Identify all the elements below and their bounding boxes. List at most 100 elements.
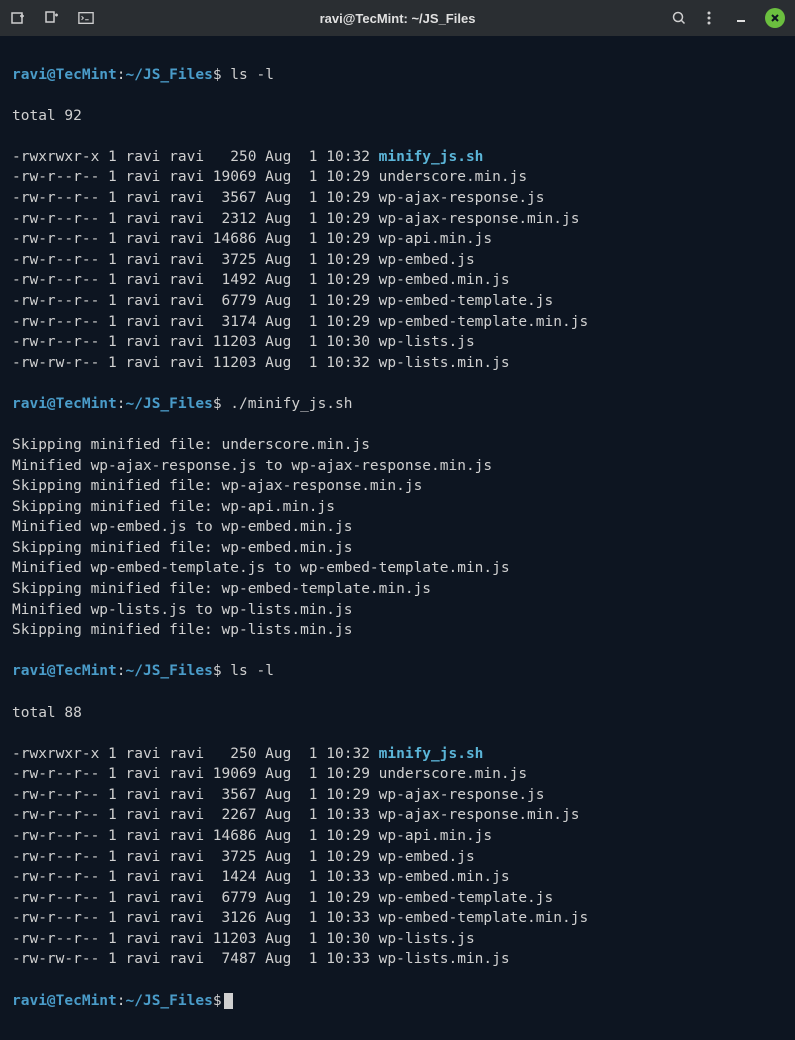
script-output-line: Minified wp-embed.js to wp-embed.min.js bbox=[12, 517, 783, 538]
file-perms: -rw-rw-r-- 1 ravi ravi 7487 Aug 1 10:33 bbox=[12, 951, 379, 967]
prompt-user: ravi@TecMint bbox=[12, 67, 117, 83]
titlebar-right bbox=[671, 8, 785, 28]
script-output-line: Skipping minified file: wp-lists.min.js bbox=[12, 620, 783, 641]
command-2: ./minify_js.sh bbox=[230, 396, 352, 412]
file-perms: -rw-r--r-- 1 ravi ravi 19069 Aug 1 10:29 bbox=[12, 766, 379, 782]
file-perms: -rw-r--r-- 1 ravi ravi 14686 Aug 1 10:29 bbox=[12, 828, 379, 844]
window-title: ravi@TecMint: ~/JS_Files bbox=[320, 11, 476, 26]
file-row: -rw-rw-r-- 1 ravi ravi 11203 Aug 1 10:32… bbox=[12, 353, 783, 374]
command-3: ls -l bbox=[230, 663, 274, 679]
file-name: wp-embed.min.js bbox=[379, 272, 510, 288]
file-name: wp-lists.js bbox=[379, 334, 475, 350]
file-row: -rw-r--r-- 1 ravi ravi 3725 Aug 1 10:29 … bbox=[12, 250, 783, 271]
file-name: wp-ajax-response.min.js bbox=[379, 211, 580, 227]
ls2-total: total 88 bbox=[12, 703, 783, 724]
file-row: -rw-r--r-- 1 ravi ravi 2267 Aug 1 10:33 … bbox=[12, 805, 783, 826]
script-output-line: Skipping minified file: wp-embed.min.js bbox=[12, 538, 783, 559]
file-perms: -rw-r--r-- 1 ravi ravi 3725 Aug 1 10:29 bbox=[12, 849, 379, 865]
file-name: wp-ajax-response.js bbox=[379, 787, 545, 803]
file-row: -rw-r--r-- 1 ravi ravi 19069 Aug 1 10:29… bbox=[12, 764, 783, 785]
search-icon[interactable] bbox=[671, 10, 687, 26]
file-perms: -rw-r--r-- 1 ravi ravi 19069 Aug 1 10:29 bbox=[12, 169, 379, 185]
file-perms: -rw-r--r-- 1 ravi ravi 6779 Aug 1 10:29 bbox=[12, 293, 379, 309]
file-name: wp-embed.js bbox=[379, 849, 475, 865]
file-perms: -rw-r--r-- 1 ravi ravi 1424 Aug 1 10:33 bbox=[12, 869, 379, 885]
script-output-line: Minified wp-ajax-response.js to wp-ajax-… bbox=[12, 456, 783, 477]
script-output-line: Minified wp-lists.js to wp-lists.min.js bbox=[12, 600, 783, 621]
file-name: underscore.min.js bbox=[379, 766, 527, 782]
file-row: -rw-r--r-- 1 ravi ravi 14686 Aug 1 10:29… bbox=[12, 826, 783, 847]
file-name: wp-embed-template.min.js bbox=[379, 910, 589, 926]
script-output-line: Skipping minified file: underscore.min.j… bbox=[12, 435, 783, 456]
script-output-line: Minified wp-embed-template.js to wp-embe… bbox=[12, 558, 783, 579]
ls1-total: total 92 bbox=[12, 106, 783, 127]
file-name: wp-lists.min.js bbox=[379, 355, 510, 371]
file-row: -rw-r--r-- 1 ravi ravi 3126 Aug 1 10:33 … bbox=[12, 908, 783, 929]
file-name: wp-ajax-response.js bbox=[379, 190, 545, 206]
new-tab-icon[interactable] bbox=[10, 10, 26, 26]
file-perms: -rw-r--r-- 1 ravi ravi 2312 Aug 1 10:29 bbox=[12, 211, 379, 227]
file-row: -rw-r--r-- 1 ravi ravi 1492 Aug 1 10:29 … bbox=[12, 270, 783, 291]
file-row: -rw-r--r-- 1 ravi ravi 14686 Aug 1 10:29… bbox=[12, 229, 783, 250]
file-perms: -rw-rw-r-- 1 ravi ravi 11203 Aug 1 10:32 bbox=[12, 355, 379, 371]
file-row: -rw-r--r-- 1 ravi ravi 3567 Aug 1 10:29 … bbox=[12, 188, 783, 209]
file-name: wp-ajax-response.min.js bbox=[379, 807, 580, 823]
file-name: minify_js.sh bbox=[379, 149, 484, 165]
file-row: -rwxrwxr-x 1 ravi ravi 250 Aug 1 10:32 m… bbox=[12, 147, 783, 168]
file-perms: -rw-r--r-- 1 ravi ravi 3725 Aug 1 10:29 bbox=[12, 252, 379, 268]
file-perms: -rwxrwxr-x 1 ravi ravi 250 Aug 1 10:32 bbox=[12, 149, 379, 165]
command-1: ls -l bbox=[230, 67, 274, 83]
prompt-line-final: ravi@TecMint:~/JS_Files$ bbox=[12, 991, 783, 1012]
menu-icon[interactable] bbox=[701, 10, 717, 26]
prompt-path: ~/JS_Files bbox=[126, 67, 213, 83]
file-name: wp-embed.min.js bbox=[379, 869, 510, 885]
file-name: wp-embed-template.min.js bbox=[379, 314, 589, 330]
script-output-line: Skipping minified file: wp-ajax-response… bbox=[12, 476, 783, 497]
file-perms: -rwxrwxr-x 1 ravi ravi 250 Aug 1 10:32 bbox=[12, 746, 379, 762]
prompt-line: ravi@TecMint:~/JS_Files$ ls -l bbox=[12, 661, 783, 682]
script-output-line: Skipping minified file: wp-api.min.js bbox=[12, 497, 783, 518]
file-perms: -rw-r--r-- 1 ravi ravi 3567 Aug 1 10:29 bbox=[12, 190, 379, 206]
titlebar-left bbox=[10, 10, 94, 26]
titlebar: ravi@TecMint: ~/JS_Files bbox=[0, 0, 795, 36]
file-row: -rw-r--r-- 1 ravi ravi 3174 Aug 1 10:29 … bbox=[12, 312, 783, 333]
file-row: -rw-r--r-- 1 ravi ravi 19069 Aug 1 10:29… bbox=[12, 167, 783, 188]
file-perms: -rw-r--r-- 1 ravi ravi 6779 Aug 1 10:29 bbox=[12, 890, 379, 906]
file-perms: -rw-r--r-- 1 ravi ravi 1492 Aug 1 10:29 bbox=[12, 272, 379, 288]
file-row: -rw-r--r-- 1 ravi ravi 3567 Aug 1 10:29 … bbox=[12, 785, 783, 806]
close-button[interactable] bbox=[765, 8, 785, 28]
file-name: underscore.min.js bbox=[379, 169, 527, 185]
file-row: -rw-r--r-- 1 ravi ravi 3725 Aug 1 10:29 … bbox=[12, 847, 783, 868]
file-name: wp-embed-template.js bbox=[379, 890, 554, 906]
file-name: wp-lists.min.js bbox=[379, 951, 510, 967]
file-row: -rw-r--r-- 1 ravi ravi 11203 Aug 1 10:30… bbox=[12, 929, 783, 950]
file-perms: -rw-r--r-- 1 ravi ravi 11203 Aug 1 10:30 bbox=[12, 931, 379, 947]
file-row: -rw-r--r-- 1 ravi ravi 6779 Aug 1 10:29 … bbox=[12, 291, 783, 312]
prompt-line: ravi@TecMint:~/JS_Files$ ./minify_js.sh bbox=[12, 394, 783, 415]
file-perms: -rw-r--r-- 1 ravi ravi 11203 Aug 1 10:30 bbox=[12, 334, 379, 350]
file-row: -rwxrwxr-x 1 ravi ravi 250 Aug 1 10:32 m… bbox=[12, 744, 783, 765]
file-name: wp-api.min.js bbox=[379, 828, 493, 844]
script-output-line: Skipping minified file: wp-embed-templat… bbox=[12, 579, 783, 600]
file-row: -rw-r--r-- 1 ravi ravi 6779 Aug 1 10:29 … bbox=[12, 888, 783, 909]
file-perms: -rw-r--r-- 1 ravi ravi 3174 Aug 1 10:29 bbox=[12, 314, 379, 330]
new-window-icon[interactable] bbox=[44, 10, 60, 26]
file-name: wp-embed-template.js bbox=[379, 293, 554, 309]
file-name: wp-embed.js bbox=[379, 252, 475, 268]
terminal-icon[interactable] bbox=[78, 10, 94, 26]
file-name: minify_js.sh bbox=[379, 746, 484, 762]
file-perms: -rw-r--r-- 1 ravi ravi 14686 Aug 1 10:29 bbox=[12, 231, 379, 247]
file-name: wp-api.min.js bbox=[379, 231, 493, 247]
terminal-body[interactable]: ravi@TecMint:~/JS_Files$ ls -l total 92 … bbox=[0, 36, 795, 1040]
file-perms: -rw-r--r-- 1 ravi ravi 3126 Aug 1 10:33 bbox=[12, 910, 379, 926]
file-row: -rw-r--r-- 1 ravi ravi 11203 Aug 1 10:30… bbox=[12, 332, 783, 353]
ls1-output: -rwxrwxr-x 1 ravi ravi 250 Aug 1 10:32 m… bbox=[12, 147, 783, 373]
minify-output: Skipping minified file: underscore.min.j… bbox=[12, 435, 783, 641]
file-perms: -rw-r--r-- 1 ravi ravi 2267 Aug 1 10:33 bbox=[12, 807, 379, 823]
file-row: -rw-rw-r-- 1 ravi ravi 7487 Aug 1 10:33 … bbox=[12, 949, 783, 970]
minimize-button[interactable] bbox=[731, 8, 751, 28]
prompt-line: ravi@TecMint:~/JS_Files$ ls -l bbox=[12, 65, 783, 86]
cursor bbox=[224, 993, 233, 1009]
file-perms: -rw-r--r-- 1 ravi ravi 3567 Aug 1 10:29 bbox=[12, 787, 379, 803]
file-row: -rw-r--r-- 1 ravi ravi 1424 Aug 1 10:33 … bbox=[12, 867, 783, 888]
